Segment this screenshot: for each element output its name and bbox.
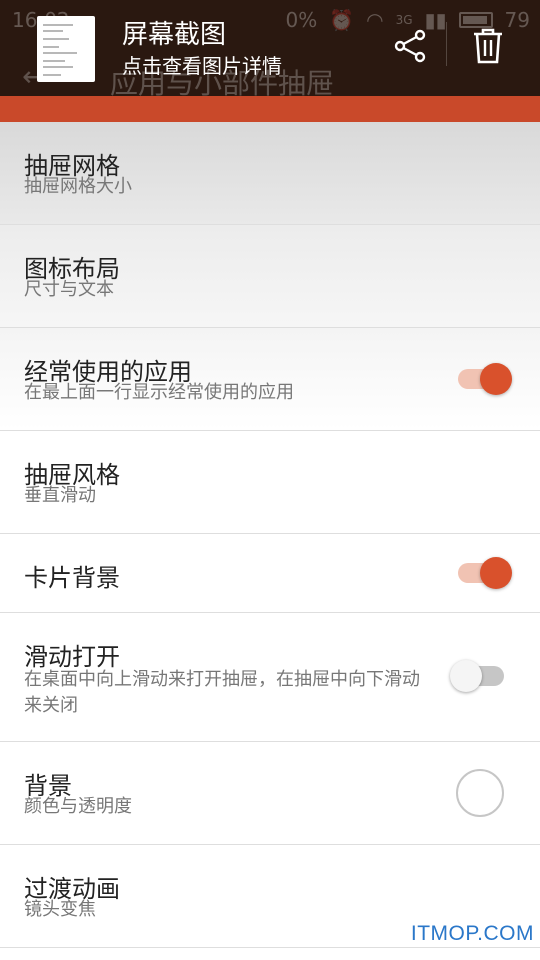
toggle-knob: [480, 363, 512, 395]
network-type: 3G: [395, 13, 413, 27]
setting-icon-layout[interactable]: 图标布局 尺寸与文本: [0, 225, 540, 328]
share-icon[interactable]: [392, 28, 428, 64]
setting-subtitle: 在桌面中向上滑动来打开抽屉，在抽屉中向下滑动来关闭: [24, 669, 420, 716]
setting-subtitle: 抽屉网格大小: [24, 176, 132, 197]
setting-frequent-apps[interactable]: 经常使用的应用 在最上面一行显示经常使用的应用: [0, 328, 540, 431]
frequent-apps-toggle[interactable]: [456, 362, 514, 396]
setting-subtitle: 颜色与透明度: [24, 796, 132, 817]
toggle-knob: [450, 660, 482, 692]
notification-title: 屏幕截图: [122, 20, 227, 50]
settings-list: 抽屉网格 抽屉网格大小 图标布局 尺寸与文本 经常使用的应用 在最上面一行显示经…: [0, 122, 540, 948]
card-background-toggle[interactable]: [456, 556, 514, 590]
watermark: ITMOP.COM: [410, 922, 534, 945]
battery-level: 79: [504, 8, 530, 32]
status-signal-text: 0%: [285, 8, 318, 32]
setting-swipe-open[interactable]: 滑动打开 在桌面中向上滑动来打开抽屉，在抽屉中向下滑动来关闭: [0, 613, 540, 742]
trash-icon[interactable]: [468, 26, 508, 66]
screenshot-thumbnail[interactable]: [37, 16, 95, 82]
setting-subtitle: 尺寸与文本: [24, 279, 114, 300]
setting-subtitle: 在最上面一行显示经常使用的应用: [24, 382, 294, 403]
background-color-swatch[interactable]: [456, 769, 504, 817]
setting-subtitle: 垂直滑动: [24, 485, 96, 506]
setting-card-background[interactable]: 卡片背景: [0, 534, 540, 613]
screenshot-notification[interactable]: 16:02 0% ⏰ ◠ 3G ▮▮ 79 ← 应用与小部件抽屉 屏幕截图 点击…: [0, 0, 540, 100]
notification-subtitle: 点击查看图片详情: [122, 54, 282, 78]
setting-drawer-grid[interactable]: 抽屉网格 抽屉网格大小: [0, 122, 540, 225]
setting-subtitle: 镜头变焦: [24, 899, 96, 920]
swipe-open-toggle[interactable]: [448, 659, 506, 693]
setting-title: 卡片背景: [24, 564, 120, 592]
alarm-icon: ⏰: [329, 8, 355, 32]
toggle-knob: [480, 557, 512, 589]
setting-background[interactable]: 背景 颜色与透明度: [0, 742, 540, 845]
wifi-icon: ◠: [366, 8, 384, 32]
setting-drawer-style[interactable]: 抽屉风格 垂直滑动: [0, 431, 540, 534]
action-divider: [446, 22, 447, 66]
